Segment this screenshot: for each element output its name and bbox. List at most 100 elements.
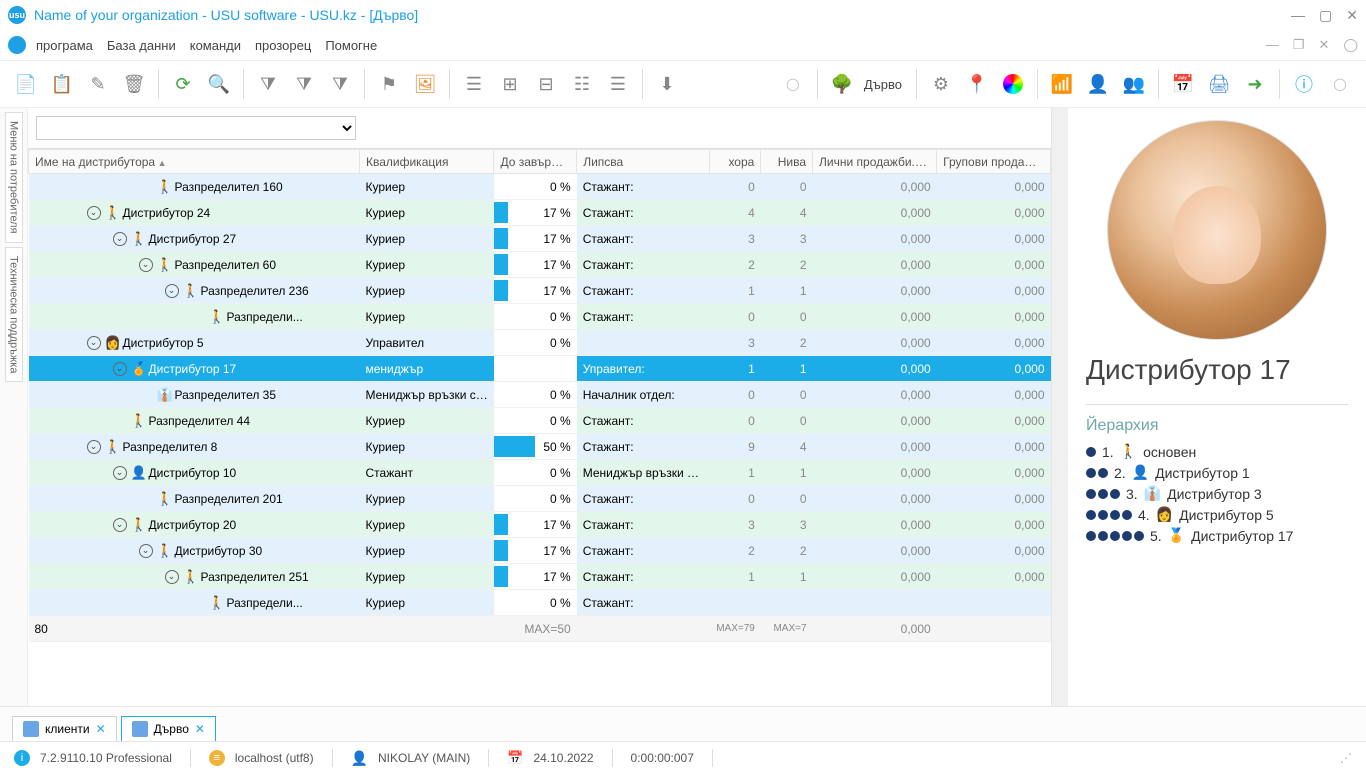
table-row[interactable]: ⌄🚶Разпределител 236Куриер17 %Стажант:110… [29, 278, 1051, 304]
close-tab-icon[interactable]: ✕ [195, 722, 205, 736]
col-group-sales[interactable]: Групови продажб... [937, 150, 1051, 174]
info-icon[interactable]: ⓘ [1288, 68, 1320, 100]
search-icon[interactable]: 🔍 [203, 68, 235, 100]
collapse-icon[interactable]: ⌄ [113, 362, 127, 376]
calendar-icon[interactable]: 📅 [1167, 68, 1199, 100]
table-row[interactable]: 🚶Разпредели...Куриер0 %Стажант: [29, 590, 1051, 616]
data-grid[interactable]: Име на дистрибутора Квалификация До завъ… [28, 148, 1051, 706]
doc-tab-clients[interactable]: клиенти ✕ [12, 716, 117, 741]
tree-view-icon[interactable]: 🌳 [826, 68, 858, 100]
tree-collapse-icon[interactable]: ⊟ [530, 68, 562, 100]
table-row[interactable]: 🚶Разпредели...Куриер0 %Стажант:000,0000,… [29, 304, 1051, 330]
filter2-icon[interactable]: ⧩ [288, 68, 320, 100]
edit-icon[interactable]: ✎ [82, 68, 114, 100]
filter-icon[interactable]: ⧩ [252, 68, 284, 100]
collapse-icon[interactable]: ⌄ [87, 440, 101, 454]
collapse-icon[interactable]: ⌄ [113, 232, 127, 246]
side-tab-support[interactable]: Техническа поддръжка [5, 247, 23, 382]
table-row[interactable]: 👔Разпределител 35Мениджър връзки с к...0… [29, 382, 1051, 408]
col-missing[interactable]: Липсва [577, 150, 709, 174]
refresh-icon[interactable]: ⟳ [167, 68, 199, 100]
person-icon: 🚶 [131, 231, 145, 247]
color-icon[interactable] [997, 68, 1029, 100]
close-button[interactable]: ✕ [1346, 7, 1358, 24]
table-row[interactable]: ⌄👩Дистрибутор 5Управител0 %320,0000,000 [29, 330, 1051, 356]
side-tab-user-menu[interactable]: Меню на потребителя [5, 112, 23, 243]
users-icon[interactable]: 👥 [1118, 68, 1150, 100]
row-levels: 1 [761, 278, 813, 304]
flag-icon[interactable]: ⚑ [373, 68, 405, 100]
list3-icon[interactable]: ☰ [602, 68, 634, 100]
collapse-icon[interactable]: ⌄ [165, 284, 179, 298]
delete-doc-icon[interactable]: 🗑 [118, 68, 150, 100]
user1-icon[interactable]: 👤 [1082, 68, 1114, 100]
close-tab-icon[interactable]: ✕ [96, 722, 106, 736]
gear-icon[interactable]: ⚙ [925, 68, 957, 100]
col-completion[interactable]: До завършва... [494, 150, 577, 174]
table-row[interactable]: 🚶Разпределител 201Куриер0 %Стажант:000,0… [29, 486, 1051, 512]
col-people[interactable]: хора [709, 150, 761, 174]
table-row[interactable]: ⌄🚶Дистрибутор 30Куриер17 %Стажант:220,00… [29, 538, 1051, 564]
table-row[interactable]: ⌄🚶Дистрибутор 27Куриер17 %Стажант:330,00… [29, 226, 1051, 252]
col-levels[interactable]: Нива [761, 150, 813, 174]
table-row[interactable]: ⌄🚶Разпределител 60Куриер17 %Стажант:220,… [29, 252, 1051, 278]
table-row[interactable]: ⌄👤Дистрибутор 10Стажант0 %Мениджър връзк… [29, 460, 1051, 486]
menu-window[interactable]: прозорец [255, 38, 311, 53]
collapse-icon[interactable]: ⌄ [113, 466, 127, 480]
minimize-button[interactable]: — [1291, 7, 1305, 24]
rss-icon[interactable]: 📶 [1046, 68, 1078, 100]
collapse-icon[interactable]: ⌄ [87, 206, 101, 220]
col-personal-sales[interactable]: Лични продажби. 1 м... [813, 150, 937, 174]
vertical-scrollbar[interactable] [1052, 108, 1068, 706]
list2-icon[interactable]: ☷ [566, 68, 598, 100]
menu-help[interactable]: Помогне [325, 38, 377, 53]
print-icon[interactable]: 🖨 [1203, 68, 1235, 100]
collapse-icon[interactable]: ⌄ [113, 518, 127, 532]
table-row[interactable]: ⌄🚶Разпределител 251Куриер17 %Стажант:110… [29, 564, 1051, 590]
download-icon[interactable]: ⬇ [651, 68, 683, 100]
table-row[interactable]: ⌄🏅Дистрибутор 17мениджър0 %Управител:110… [29, 356, 1051, 382]
table-row[interactable]: 🚶Разпределител 44Куриер0 %Стажант:000,00… [29, 408, 1051, 434]
list1-icon[interactable]: ☰ [458, 68, 490, 100]
person-icon: 🚶 [105, 205, 119, 221]
table-row[interactable]: 🚶Разпределител 160Куриер0 %Стажант:000,0… [29, 174, 1051, 200]
go-icon[interactable]: ➜ [1239, 68, 1271, 100]
hierarchy-heading: Йерархия [1086, 417, 1348, 435]
collapse-icon[interactable]: ⌄ [165, 570, 179, 584]
table-row[interactable]: ⌄🚶Дистрибутор 24Куриер17 %Стажант:440,00… [29, 200, 1051, 226]
copy-doc-icon[interactable]: 📋 [46, 68, 78, 100]
collapse-icon[interactable]: ⌄ [139, 544, 153, 558]
table-row[interactable]: ⌄🚶Разпределител 8Куриер50 %Стажант:940,0… [29, 434, 1051, 460]
inner-help-button[interactable]: ◯ [1343, 37, 1358, 53]
image-icon[interactable]: 🖼 [409, 68, 441, 100]
col-qualification[interactable]: Квалификация [360, 150, 494, 174]
inner-close-button[interactable]: ✕ [1319, 37, 1330, 53]
new-doc-icon[interactable]: 📄 [10, 68, 42, 100]
collapse-icon[interactable]: ⌄ [87, 336, 101, 350]
inner-minimize-button[interactable]: — [1266, 37, 1279, 53]
filter-select[interactable] [36, 116, 356, 140]
menu-commands[interactable]: команди [190, 38, 241, 53]
hierarchy-item[interactable]: 1.🚶основен [1086, 443, 1348, 460]
col-name[interactable]: Име на дистрибутора [29, 150, 360, 174]
inner-restore-button[interactable]: ❐ [1293, 37, 1305, 53]
table-row[interactable]: ⌄🚶Дистрибутор 20Куриер17 %Стажант:330,00… [29, 512, 1051, 538]
maximize-button[interactable]: ▢ [1319, 7, 1332, 24]
hierarchy-item[interactable]: 2.👤Дистрибутор 1 [1086, 464, 1348, 481]
hierarchy-number: 5. [1150, 528, 1162, 544]
help2-icon[interactable]: ◯ [1324, 68, 1356, 100]
collapse-icon[interactable]: ⌄ [139, 258, 153, 272]
hierarchy-item[interactable]: 5.🏅Дистрибутор 17 [1086, 527, 1348, 544]
menu-database[interactable]: База данни [107, 38, 176, 53]
small-help-icon[interactable]: ◯ [777, 68, 809, 100]
resize-grip-icon[interactable]: ⋰ [1340, 751, 1352, 765]
hierarchy-item[interactable]: 3.👔Дистрибутор 3 [1086, 485, 1348, 502]
doc-tab-tree[interactable]: Дърво ✕ [121, 716, 216, 741]
person-icon: 🚶 [183, 283, 197, 299]
menu-program[interactable]: програма [36, 38, 93, 53]
status-info-icon[interactable]: i [14, 750, 30, 766]
hierarchy-item[interactable]: 4.👩Дистрибутор 5 [1086, 506, 1348, 523]
location-icon[interactable]: 📍 [961, 68, 993, 100]
filter3-icon[interactable]: ⧩ [324, 68, 356, 100]
tree-expand-icon[interactable]: ⊞ [494, 68, 526, 100]
